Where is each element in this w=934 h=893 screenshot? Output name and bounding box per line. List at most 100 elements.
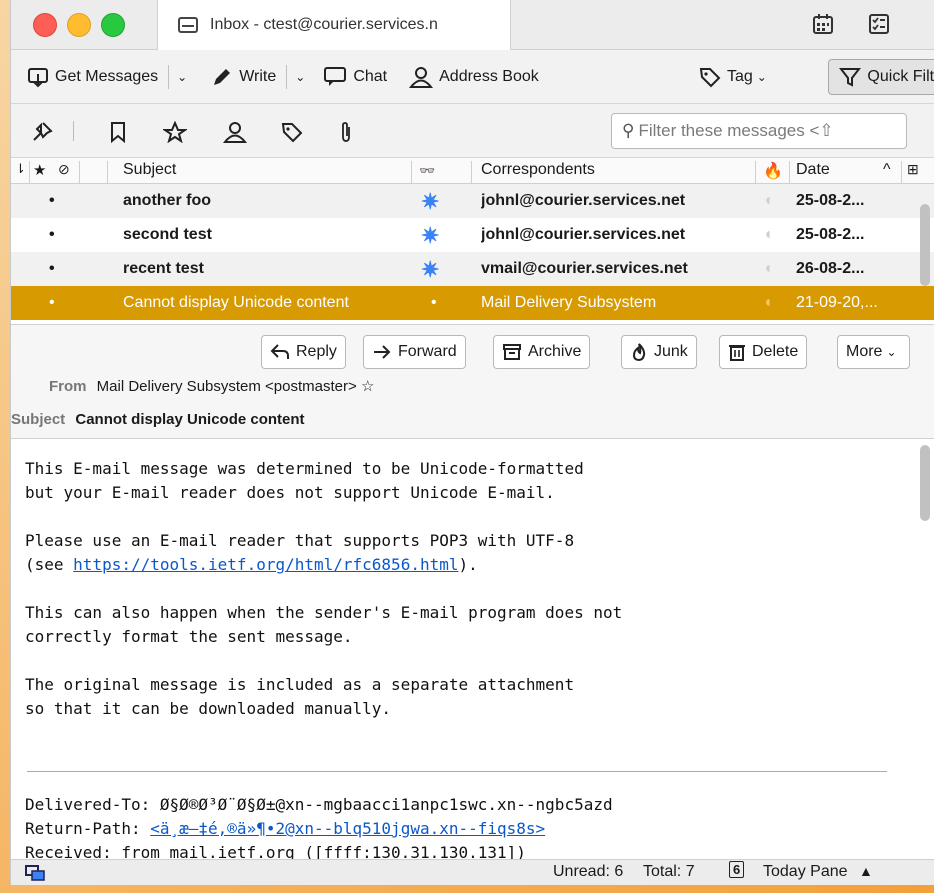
attachment-divider (27, 771, 887, 772)
delete-button[interactable]: Delete (719, 335, 808, 369)
thread-pane: ⇂ ★ ⊘ Subject 👓 Correspondents 🔥 Date ^ … (11, 158, 934, 324)
from-header: From Mail Delivery Subsystem <postmaster… (49, 377, 374, 395)
junk-status-icon[interactable]: ◖ (763, 260, 773, 278)
get-messages-dropdown-icon[interactable]: ⌄ (177, 70, 187, 84)
thread-scrollbar[interactable] (920, 204, 930, 286)
quick-filter-button[interactable]: Quick Filte (828, 59, 934, 95)
add-contact-star-icon[interactable]: ☆ (361, 378, 374, 395)
message-correspondent: johnl@courier.services.net (481, 192, 686, 209)
thread-column-icon[interactable]: ⇂ (15, 161, 26, 177)
tasks-icon[interactable] (867, 12, 891, 36)
today-pane-toggle[interactable]: Today Pane (763, 863, 848, 881)
attachment-column-icon[interactable]: ⊘ (58, 161, 70, 178)
chat-icon (324, 66, 347, 86)
message-row[interactable]: • second test ✷ johnl@courier.services.n… (11, 218, 934, 252)
message-row[interactable]: • recent test ✷ vmail@courier.services.n… (11, 252, 934, 286)
unread-count: Unread: 6 (553, 863, 624, 880)
return-path-link[interactable]: <ä¸æ–‡é‚®ä»¶•2@xn--blq510jgwa.xn--fiqs8s… (150, 819, 545, 838)
minimize-window-button[interactable] (67, 13, 91, 37)
attachment-filter-icon[interactable] (337, 121, 355, 143)
subject-header: Subject Cannot display Unicode content (11, 411, 305, 428)
date-column-header[interactable]: Date (796, 161, 830, 179)
write-button[interactable]: Write (205, 59, 282, 95)
write-label: Write (239, 67, 277, 85)
correspondents-column-header[interactable]: Correspondents (481, 161, 595, 179)
get-messages-label: Get Messages (55, 67, 159, 85)
address-book-button[interactable]: Address Book (403, 59, 545, 95)
calendar-icon[interactable] (811, 12, 835, 36)
subject-value: Cannot display Unicode content (75, 411, 305, 428)
unread-star-icon[interactable]: ✷ (421, 223, 439, 249)
junk-column-icon[interactable]: 🔥 (763, 161, 783, 181)
message-row[interactable]: • another foo ✷ johnl@courier.services.n… (11, 184, 934, 218)
contact-filter-icon[interactable] (223, 121, 247, 143)
message-date: 25-08-2... (796, 192, 865, 209)
forward-button[interactable]: Forward (363, 335, 466, 369)
message-subject: another foo (123, 192, 211, 209)
today-pane-calendar-icon[interactable]: 6 (729, 861, 745, 878)
delete-label: Delete (752, 343, 799, 360)
more-label: More (846, 343, 883, 360)
tab-title: Inbox - ctest@courier.services.n (210, 16, 438, 33)
star-column-icon[interactable]: ★ (33, 161, 46, 179)
message-date: 25-08-2... (796, 226, 865, 243)
unread-star-icon[interactable]: ✷ (421, 257, 439, 283)
close-window-button[interactable] (33, 13, 57, 37)
thunderbird-window: Inbox - ctest@courier.services.n Get Mes… (10, 0, 934, 885)
pencil-icon (214, 68, 231, 85)
chat-button[interactable]: Chat (317, 59, 393, 95)
reply-button[interactable]: Reply (261, 335, 346, 369)
junk-status-icon[interactable]: ◖ (763, 294, 773, 312)
archive-label: Archive (528, 343, 582, 360)
chevron-up-icon[interactable]: ▲ (859, 863, 873, 879)
filter-messages-input[interactable]: ⚲ Filter these messages <⇧ (611, 113, 907, 149)
message-row-selected[interactable]: • Cannot display Unicode content • Mail … (11, 286, 934, 320)
column-picker-icon[interactable]: ⊞ (907, 161, 919, 178)
inbox-icon (178, 17, 198, 33)
tag-icon (699, 68, 721, 88)
unread-star-icon[interactable]: ✷ (421, 189, 439, 215)
tag-filter-icon[interactable] (281, 121, 303, 143)
message-header: Reply Forward Archive Junk Delete More ⌄… (11, 324, 934, 439)
sort-ascending-icon: ^ (883, 161, 891, 178)
star-filter-icon[interactable] (163, 121, 187, 143)
junk-status-icon[interactable]: ◖ (763, 226, 773, 244)
read-dot-icon[interactable]: • (431, 294, 437, 312)
write-dropdown-icon[interactable]: ⌄ (295, 70, 305, 84)
rfc-link[interactable]: https://tools.ietf.org/html/rfc6856.html (73, 555, 458, 574)
junk-button[interactable]: Junk (621, 335, 697, 369)
glasses-column-icon[interactable]: 👓 (419, 163, 435, 179)
message-correspondent: Mail Delivery Subsystem (481, 294, 657, 311)
forward-label: Forward (398, 343, 457, 360)
filter-placeholder: Filter these messages <⇧ (638, 121, 834, 140)
from-value[interactable]: Mail Delivery Subsystem <postmaster> (97, 378, 357, 395)
junk-status-icon[interactable]: ◖ (763, 192, 773, 210)
junk-label: Junk (654, 343, 688, 360)
archive-button[interactable]: Archive (493, 335, 591, 369)
total-count: Total: 7 (643, 863, 695, 880)
tag-button[interactable]: Tag ⌄ (693, 59, 777, 95)
message-correspondent: vmail@courier.services.net (481, 260, 688, 277)
more-button[interactable]: More ⌄ (837, 335, 910, 369)
unread-filter-icon[interactable] (107, 121, 129, 143)
message-scrollbar[interactable] (920, 445, 930, 521)
quick-filter-bar: ⚲ Filter these messages <⇧ (11, 104, 934, 158)
subject-column-header[interactable]: Subject (123, 161, 176, 179)
from-label: From (49, 378, 87, 395)
funnel-icon (839, 68, 862, 87)
flame-icon (632, 343, 646, 362)
message-date: 26-08-2... (796, 260, 865, 277)
online-status-icon[interactable] (25, 864, 45, 882)
tag-label: Tag (727, 68, 753, 85)
download-icon (28, 67, 48, 87)
get-messages-button[interactable]: Get Messages (21, 59, 164, 95)
message-date: 21-09-20,... (796, 294, 878, 311)
quick-filter-label: Quick Filte (867, 68, 934, 85)
pin-icon[interactable] (31, 121, 53, 143)
reply-label: Reply (296, 343, 337, 360)
address-book-icon (409, 66, 434, 88)
tab-inbox[interactable]: Inbox - ctest@courier.services.n (157, 0, 511, 50)
message-correspondent: johnl@courier.services.net (481, 226, 686, 243)
main-toolbar: Get Messages ⌄ Write ⌄ Chat Address Book (11, 50, 934, 104)
zoom-window-button[interactable] (101, 13, 125, 37)
